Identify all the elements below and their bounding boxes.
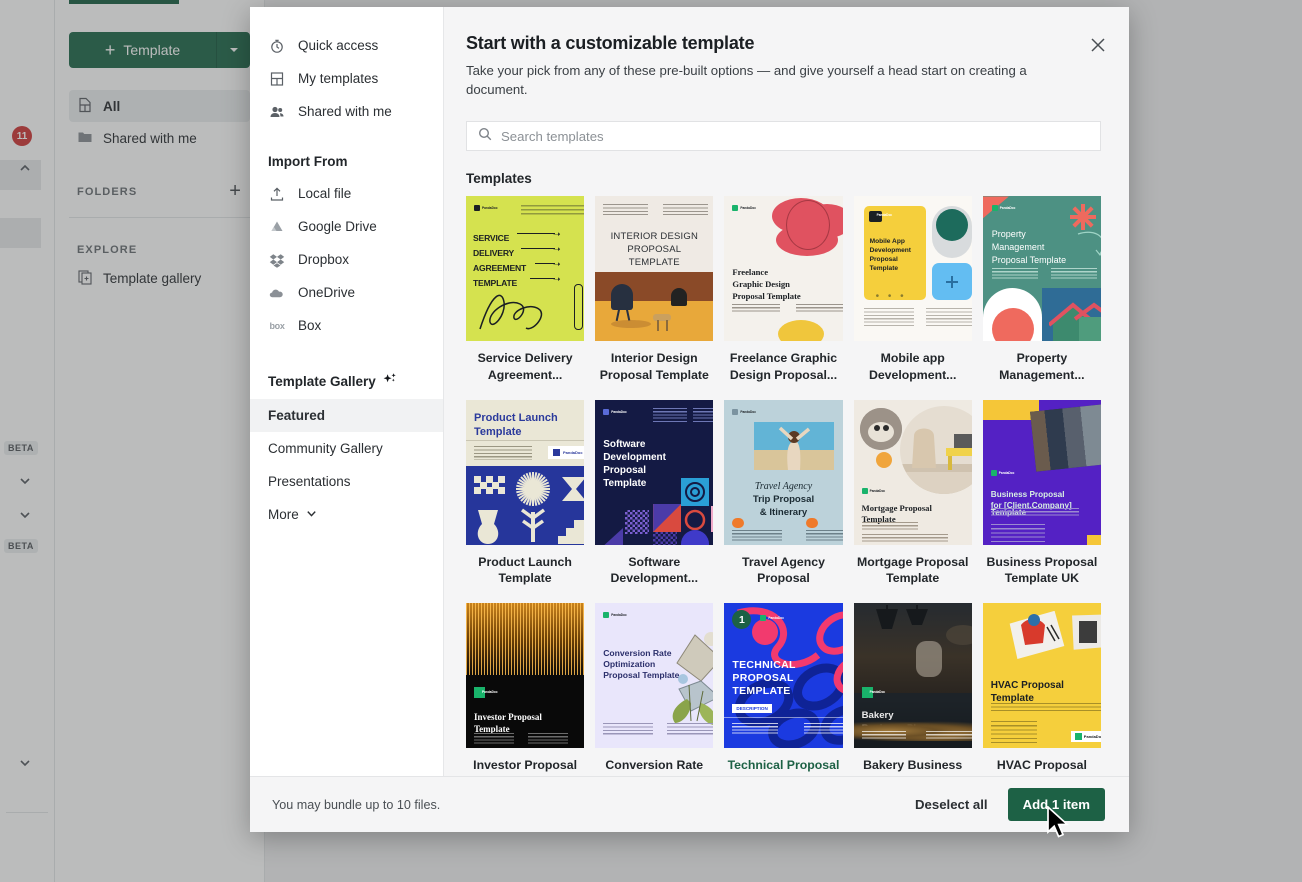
template-card[interactable]: PandaDocBusiness Proposal Templatefor [C… [983,400,1101,586]
sparkles-icon [382,372,398,391]
onedrive-icon [268,285,286,301]
page-title: Start with a customizable template [466,33,1101,54]
gallery-item-community[interactable]: Community Gallery [250,432,443,465]
template-card-label: Interior Design Proposal Template [595,350,713,382]
template-thumbnail-mortgage[interactable]: PandaDocMortgage ProposalTemplate [854,400,972,545]
template-card-label: Business Proposal Template UK [983,554,1101,586]
template-card[interactable]: PandaDocFreelanceGraphic DesignProposal … [724,196,842,382]
gallery-item-featured[interactable]: Featured [250,399,443,432]
box-icon: box [268,321,286,331]
template-thumbnail-hvac[interactable]: HVAC ProposalTemplatePandaDoc [983,603,1101,748]
template-card-label: Technical Proposal Template [724,757,842,776]
google-drive-icon [268,219,286,235]
template-doc-icon [268,71,286,87]
template-thumbnail-mobile-app[interactable]: PandaDocMobile AppDevelopmentProposalTem… [854,196,972,341]
modal-sidebar-item-quick-access-label: Quick access [298,38,378,53]
template-card-label: Travel Agency Proposal [724,554,842,586]
template-thumbnail-technical[interactable]: PandaDocTECHNICALPROPOSALTEMPLATEDESCRIP… [724,603,842,748]
modal-footer: You may bundle up to 10 files. Deselect … [250,776,1129,832]
template-card[interactable]: PandaDocTravel AgencyTrip Proposal& Itin… [724,400,842,586]
template-card[interactable]: PandaDocMortgage ProposalTemplate Mortgag… [854,400,972,586]
template-thumbnail-product-launch[interactable]: Product LaunchTemplatePandaDoc [466,400,584,545]
import-item-google-drive[interactable]: Google Drive [250,210,443,243]
import-item-dropbox-label: Dropbox [298,252,349,267]
search-input[interactable] [501,129,1089,144]
gallery-item-presentations[interactable]: Presentations [250,465,443,498]
template-card-label: Service Delivery Agreement... [466,350,584,382]
import-item-box[interactable]: box Box [250,309,443,342]
template-card-label: Investor Proposal Template [466,757,584,776]
template-card[interactable]: INTERIOR DESIGNPROPOSALTEMPLATE Interior … [595,196,713,382]
templates-grid: PandaDocSERVICE➝DELIVERY➝AGREEMENT➝TEMPL… [466,196,1101,776]
modal-content: Start with a customizable template Take … [444,7,1129,776]
import-item-onedrive-label: OneDrive [298,285,355,300]
import-item-local-file-label: Local file [298,186,351,201]
chevron-down-icon [305,507,318,523]
dropbox-icon [268,252,286,268]
gallery-item-more-label: More [268,507,299,522]
template-card[interactable]: PandaDocBakeryBusiness Plan Bakery Busine… [854,603,972,776]
import-from-header: Import From [250,154,443,169]
template-thumbnail-travel-agency[interactable]: PandaDocTravel AgencyTrip Proposal& Itin… [724,400,842,545]
modal-sidebar-item-my-templates-label: My templates [298,71,378,86]
template-card-label: Conversion Rate Optimization... [595,757,713,776]
gallery-item-presentations-label: Presentations [268,474,351,489]
template-card-label: Mobile app Development... [854,350,972,382]
import-item-google-drive-label: Google Drive [298,219,377,234]
template-card[interactable]: PandaDocSERVICE➝DELIVERY➝AGREEMENT➝TEMPL… [466,196,584,382]
template-thumbnail-bakery[interactable]: PandaDocBakeryBusiness Plan [854,603,972,748]
template-card-label: Freelance Graphic Design Proposal... [724,350,842,382]
close-icon[interactable] [1087,34,1109,56]
template-thumbnail-software-dev[interactable]: PandaDocSoftwareDevelopmentProposalTempl… [595,400,713,545]
modal-sidebar: Quick access My templates Shared with me… [250,7,444,776]
gallery-item-featured-label: Featured [268,408,325,423]
template-gallery-header: Template Gallery [250,372,443,391]
template-card[interactable]: PandaDocMobile AppDevelopmentProposalTem… [854,196,972,382]
template-card[interactable]: PandaDocSoftwareDevelopmentProposalTempl… [595,400,713,586]
template-card-label: Product Launch Template [466,554,584,586]
modal-sidebar-item-quick-access[interactable]: Quick access [250,29,443,62]
gallery-item-more[interactable]: More [250,498,443,531]
import-item-local-file[interactable]: Local file [250,177,443,210]
upload-icon [268,186,286,202]
template-card[interactable]: HVAC ProposalTemplatePandaDoc HVAC Propos… [983,603,1101,776]
template-card-label: Software Development... [595,554,713,586]
template-card[interactable]: PandaDocPropertyManagementProposal Templ… [983,196,1101,382]
template-thumbnail-conversion-rate[interactable]: PandaDocConversion RateOptimizationPropo… [595,603,713,748]
template-thumbnail-business-uk[interactable]: PandaDocBusiness Proposal Templatefor [C… [983,400,1101,545]
template-thumbnail-service-delivery[interactable]: PandaDocSERVICE➝DELIVERY➝AGREEMENT➝TEMPL… [466,196,584,341]
modal-sidebar-item-shared-with-me-label: Shared with me [298,104,392,119]
bundle-note: You may bundle up to 10 files. [272,798,440,812]
template-picker-modal: Quick access My templates Shared with me… [250,7,1129,832]
template-thumbnail-interior-design[interactable]: INTERIOR DESIGNPROPOSALTEMPLATE [595,196,713,341]
template-card-label: Property Management... [983,350,1101,382]
gallery-item-community-label: Community Gallery [268,441,383,456]
template-card[interactable]: PandaDocConversion RateOptimizationPropo… [595,603,713,776]
modal-sidebar-item-my-templates[interactable]: My templates [250,62,443,95]
template-thumbnail-property-mgmt[interactable]: PandaDocPropertyManagementProposal Templ… [983,196,1101,341]
templates-section-title: Templates [466,171,1101,186]
clock-icon [268,38,286,54]
mouse-cursor [1046,806,1072,847]
template-card[interactable]: Product LaunchTemplatePandaDoc Product La… [466,400,584,586]
people-icon [268,104,286,120]
template-thumbnail-freelance-graphic[interactable]: PandaDocFreelanceGraphic DesignProposal … [724,196,842,341]
import-item-box-label: Box [298,318,321,333]
import-from-label: Import From [268,154,348,169]
import-item-onedrive[interactable]: OneDrive [250,276,443,309]
template-card[interactable]: PandaDocInvestor ProposalTemplate Investo… [466,603,584,776]
modal-sidebar-item-shared-with-me[interactable]: Shared with me [250,95,443,128]
template-thumbnail-investor[interactable]: PandaDocInvestor ProposalTemplate [466,603,584,748]
template-card-label: Bakery Business Plan [854,757,972,776]
page-subtitle: Take your pick from any of these pre-bui… [466,62,1066,99]
template-card-label: HVAC Proposal Template [983,757,1101,776]
search-bar[interactable] [466,121,1101,151]
template-card[interactable]: PandaDocTECHNICALPROPOSALTEMPLATEDESCRIP… [724,603,842,776]
template-gallery-header-label: Template Gallery [268,374,376,389]
deselect-all-button[interactable]: Deselect all [915,797,988,812]
import-item-dropbox[interactable]: Dropbox [250,243,443,276]
search-icon [478,127,492,146]
template-card-label: Mortgage Proposal Template [854,554,972,586]
